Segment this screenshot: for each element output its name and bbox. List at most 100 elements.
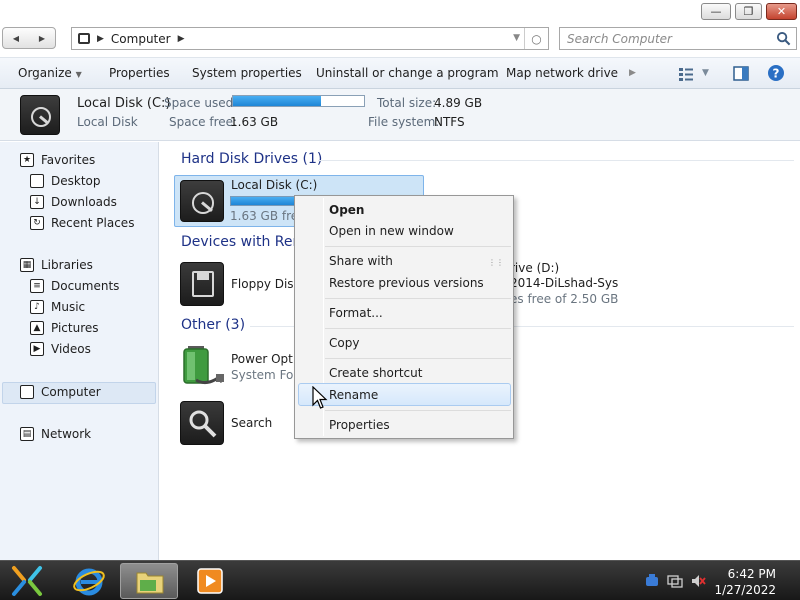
address-row: ◀ ▶ ▶ Computer ▶ ▼ ○ Search Computer: [0, 24, 800, 54]
start-button-icon[interactable]: [10, 564, 44, 598]
group-header-other[interactable]: Other (3): [181, 317, 245, 333]
address-bar[interactable]: ▶ Computer ▶ ▼ ○: [71, 27, 549, 50]
sidebar-item-label: Documents: [51, 279, 120, 293]
menu-item-format[interactable]: Format...: [329, 306, 383, 320]
space-used-bar: [232, 95, 365, 107]
properties-button[interactable]: Properties: [109, 66, 170, 80]
sidebar-item-label: Videos: [51, 342, 91, 356]
sidebar-item-documents[interactable]: ≡ Documents: [30, 276, 119, 296]
sidebar-item-recent-places[interactable]: ↻ Recent Places: [30, 213, 134, 233]
breadcrumb-arrow-icon[interactable]: ▶: [178, 34, 185, 44]
submenu-arrow-icon: ⋮⋮: [488, 258, 504, 267]
breadcrumb-arrow-icon: ▶: [97, 33, 104, 44]
drive-free-dvd: es free of 2.50 GB: [510, 292, 619, 306]
computer-icon: [20, 385, 34, 399]
group-header-hard-disk-drives[interactable]: Hard Disk Drives (1): [181, 151, 322, 167]
menu-item-rename[interactable]: Rename: [329, 388, 378, 402]
menu-item-properties[interactable]: Properties: [329, 418, 390, 432]
view-dropdown-icon[interactable]: ▼: [702, 68, 709, 78]
system-properties-button[interactable]: System properties: [192, 66, 302, 80]
menu-item-open-new-window[interactable]: Open in new window: [329, 224, 454, 238]
command-bar: Organize ▼ Properties System properties …: [0, 57, 800, 89]
drive-label-dvd: 2014-DiLshad-Sys: [510, 276, 619, 290]
navigation-pane: ★ Favorites Desktop ↓ Downloads ↻ Recent Pl…: [0, 142, 159, 560]
drive-name-dvd[interactable]: rive (D:): [510, 261, 559, 275]
breadcrumb-computer[interactable]: Computer: [111, 32, 171, 46]
close-button[interactable]: ✕: [766, 3, 797, 20]
power-options-name[interactable]: Power Optic: [231, 352, 303, 366]
menu-separator: [325, 246, 511, 247]
pictures-icon: ▲: [30, 321, 44, 335]
more-commands-icon[interactable]: ▶: [629, 68, 636, 78]
tray-volume-muted-icon[interactable]: [690, 573, 706, 589]
sidebar-item-label: Recent Places: [51, 216, 135, 230]
computer-icon: [78, 33, 90, 44]
total-size-label: Total size:: [377, 96, 437, 110]
mouse-cursor-icon: [312, 386, 328, 409]
address-dropdown-icon[interactable]: ▼: [513, 33, 520, 43]
space-free-value: 1.63 GB: [230, 115, 279, 129]
preview-pane-icon[interactable]: [733, 66, 749, 81]
libraries-icon: ▦: [20, 258, 34, 272]
drive-name-floppy[interactable]: Floppy Disk: [231, 277, 301, 291]
menu-item-restore-previous-versions[interactable]: Restore previous versions: [329, 276, 484, 290]
group-divider: [318, 160, 794, 161]
sidebar-item-network[interactable]: ▤ Network: [20, 424, 91, 444]
menu-separator: [325, 298, 511, 299]
floppy-disk-icon: [180, 262, 224, 306]
search-icon: [776, 31, 791, 46]
clock-time: 6:42 PM: [727, 567, 776, 581]
menu-item-create-shortcut[interactable]: Create shortcut: [329, 366, 422, 380]
sidebar-item-label: Libraries: [41, 258, 93, 272]
sidebar-item-label: Computer: [41, 385, 101, 399]
file-system-value: NTFS: [434, 115, 465, 129]
uninstall-button[interactable]: Uninstall or change a program: [316, 66, 499, 80]
downloads-icon: ↓: [30, 195, 44, 209]
sidebar-item-favorites[interactable]: ★ Favorites: [20, 150, 95, 170]
organize-button[interactable]: Organize ▼: [18, 66, 82, 80]
search-input[interactable]: Search Computer: [559, 27, 797, 50]
hard-drive-icon: [180, 180, 224, 222]
sidebar-item-label: Desktop: [51, 174, 101, 188]
menu-item-open[interactable]: Open: [329, 203, 364, 217]
refresh-icon[interactable]: ○: [524, 28, 548, 49]
group-header-removable-storage[interactable]: Devices with Rem: [181, 234, 306, 250]
taskbar-explorer-button[interactable]: [120, 563, 178, 599]
star-icon: ★: [20, 153, 34, 167]
menu-item-share-with[interactable]: Share with: [329, 254, 393, 268]
forward-arrow-icon[interactable]: ▶: [29, 28, 55, 48]
search-item-name[interactable]: Search: [231, 416, 272, 430]
space-used-label: Space used:: [164, 96, 238, 110]
tray-monitor-icon[interactable]: [667, 573, 683, 589]
music-icon: ♪: [30, 300, 44, 314]
tray-network-icon[interactable]: [644, 573, 660, 589]
media-player-icon[interactable]: [196, 567, 224, 595]
sidebar-item-videos[interactable]: ▶ Videos: [30, 339, 91, 359]
sidebar-item-music[interactable]: ♪ Music: [30, 297, 85, 317]
back-arrow-icon[interactable]: ◀: [3, 28, 29, 48]
sidebar-item-downloads[interactable]: ↓ Downloads: [30, 192, 117, 212]
sidebar-item-computer[interactable]: Computer: [20, 382, 101, 402]
sidebar-item-label: Music: [51, 300, 86, 314]
recent-places-icon: ↻: [30, 216, 44, 230]
details-drive-name: Local Disk (C:): [77, 96, 171, 111]
sidebar-item-pictures[interactable]: ▲ Pictures: [30, 318, 99, 338]
total-size-value: 4.89 GB: [434, 96, 483, 110]
minimize-button[interactable]: —: [701, 3, 731, 20]
help-icon[interactable]: ?: [767, 64, 785, 82]
map-network-drive-button[interactable]: Map network drive: [506, 66, 618, 80]
battery-power-icon: [183, 346, 224, 385]
sidebar-item-label: Network: [41, 427, 92, 441]
folder-icon: [136, 572, 164, 594]
view-options-icon[interactable]: [678, 67, 694, 81]
maximize-button[interactable]: ❐: [735, 3, 762, 20]
clock-date: 1/27/2022: [714, 583, 776, 597]
internet-explorer-icon[interactable]: [72, 564, 106, 598]
sidebar-item-desktop[interactable]: Desktop: [30, 171, 101, 191]
sidebar-item-label: Favorites: [41, 153, 96, 167]
network-icon: ▤: [20, 427, 34, 441]
menu-item-copy[interactable]: Copy: [329, 336, 359, 350]
system-clock[interactable]: 6:42 PM 1/27/2022: [714, 566, 776, 598]
title-bar: — ❐ ✕: [0, 0, 800, 22]
sidebar-item-libraries[interactable]: ▦ Libraries: [20, 255, 93, 275]
